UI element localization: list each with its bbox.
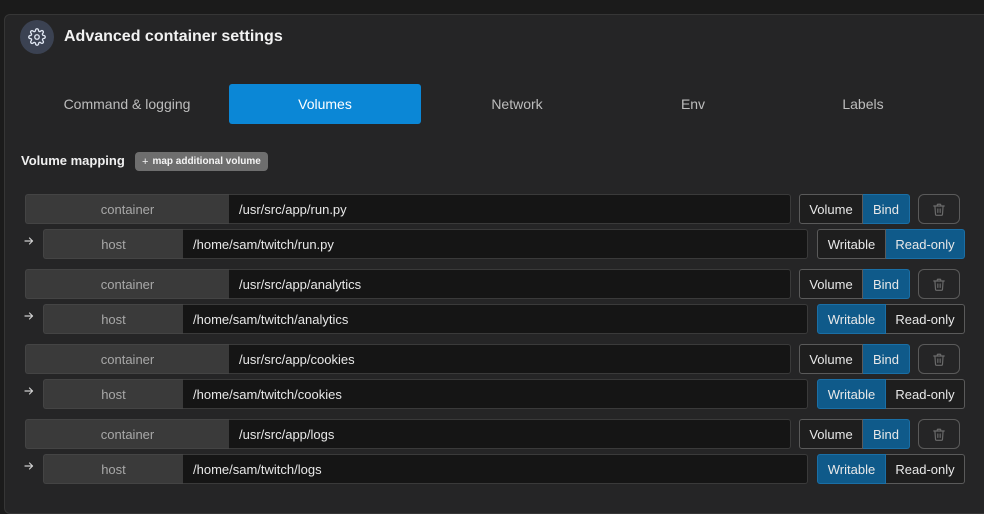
read-only-option-button[interactable]: Read-only: [886, 379, 965, 409]
arrow-right-icon: [22, 229, 36, 253]
settings-tabs: Command & logging Volumes Network Env La…: [0, 84, 984, 124]
writable-option-button[interactable]: Writable: [817, 379, 886, 409]
volume-option-button[interactable]: Volume: [799, 344, 863, 374]
mapping-type-toggle: Volume Bind: [799, 269, 910, 299]
host-path-label: host: [43, 304, 183, 334]
gear-icon: [20, 20, 54, 54]
add-volume-button[interactable]: + map additional volume: [135, 152, 268, 171]
tab-env[interactable]: Env: [613, 84, 773, 124]
container-path-input[interactable]: [229, 269, 791, 299]
volume-mapping-label: Volume mapping: [21, 153, 125, 168]
trash-icon: [932, 427, 946, 442]
plus-icon: +: [142, 155, 149, 168]
trash-icon: [932, 352, 946, 367]
page-title: Advanced container settings: [64, 28, 283, 45]
volume-host-row: host WritableRead-only: [0, 379, 984, 409]
read-only-option-button[interactable]: Read-only: [886, 229, 965, 259]
volume-container-row: container VolumeBind: [0, 419, 984, 449]
container-path-input[interactable]: [229, 194, 791, 224]
volume-option-button[interactable]: Volume: [799, 194, 863, 224]
bind-option-button[interactable]: Bind: [863, 344, 910, 374]
volume-option-button[interactable]: Volume: [799, 419, 863, 449]
volume-container-row: container VolumeBind: [0, 344, 984, 374]
host-path-input[interactable]: [183, 454, 808, 484]
arrow-right-icon: [22, 454, 36, 478]
remove-volume-button[interactable]: [918, 194, 960, 224]
volume-host-row: host WritableRead-only: [0, 304, 984, 334]
remove-volume-button[interactable]: [918, 419, 960, 449]
mapping-type-toggle: Volume Bind: [799, 419, 910, 449]
container-path-label: container: [25, 269, 229, 299]
read-only-option-button[interactable]: Read-only: [886, 454, 965, 484]
volume-host-row: host WritableRead-only: [0, 454, 984, 484]
tab-network[interactable]: Network: [421, 84, 613, 124]
bind-option-button[interactable]: Bind: [863, 269, 910, 299]
container-path-label: container: [25, 419, 229, 449]
host-path-input[interactable]: [183, 379, 808, 409]
host-path-label: host: [43, 454, 183, 484]
access-mode-toggle: Writable Read-only: [817, 229, 965, 259]
tab-volumes[interactable]: Volumes: [229, 84, 421, 124]
container-path-label: container: [25, 194, 229, 224]
access-mode-toggle: Writable Read-only: [817, 379, 965, 409]
volume-option-button[interactable]: Volume: [799, 269, 863, 299]
container-path-input[interactable]: [229, 344, 791, 374]
remove-volume-button[interactable]: [918, 344, 960, 374]
writable-option-button[interactable]: Writable: [817, 454, 886, 484]
trash-icon: [932, 202, 946, 217]
read-only-option-button[interactable]: Read-only: [886, 304, 965, 334]
tab-labels[interactable]: Labels: [773, 84, 953, 124]
volume-host-row: host WritableRead-only: [0, 229, 984, 259]
add-volume-label: map additional volume: [152, 156, 261, 167]
arrow-right-icon: [22, 304, 36, 328]
mapping-type-toggle: Volume Bind: [799, 194, 910, 224]
host-path-input[interactable]: [183, 304, 808, 334]
remove-volume-button[interactable]: [918, 269, 960, 299]
access-mode-toggle: Writable Read-only: [817, 454, 965, 484]
access-mode-toggle: Writable Read-only: [817, 304, 965, 334]
panel-header: Advanced container settings: [20, 20, 283, 54]
trash-icon: [932, 277, 946, 292]
mapping-type-toggle: Volume Bind: [799, 344, 910, 374]
container-path-input[interactable]: [229, 419, 791, 449]
arrow-right-icon: [22, 379, 36, 403]
volume-container-row: container VolumeBind: [0, 269, 984, 299]
container-path-label: container: [25, 344, 229, 374]
writable-option-button[interactable]: Writable: [817, 229, 886, 259]
volume-container-row: container VolumeBind: [0, 194, 984, 224]
tab-command-logging[interactable]: Command & logging: [31, 84, 223, 124]
bind-option-button[interactable]: Bind: [863, 194, 910, 224]
host-path-input[interactable]: [183, 229, 808, 259]
bind-option-button[interactable]: Bind: [863, 419, 910, 449]
host-path-label: host: [43, 229, 183, 259]
writable-option-button[interactable]: Writable: [817, 304, 886, 334]
host-path-label: host: [43, 379, 183, 409]
